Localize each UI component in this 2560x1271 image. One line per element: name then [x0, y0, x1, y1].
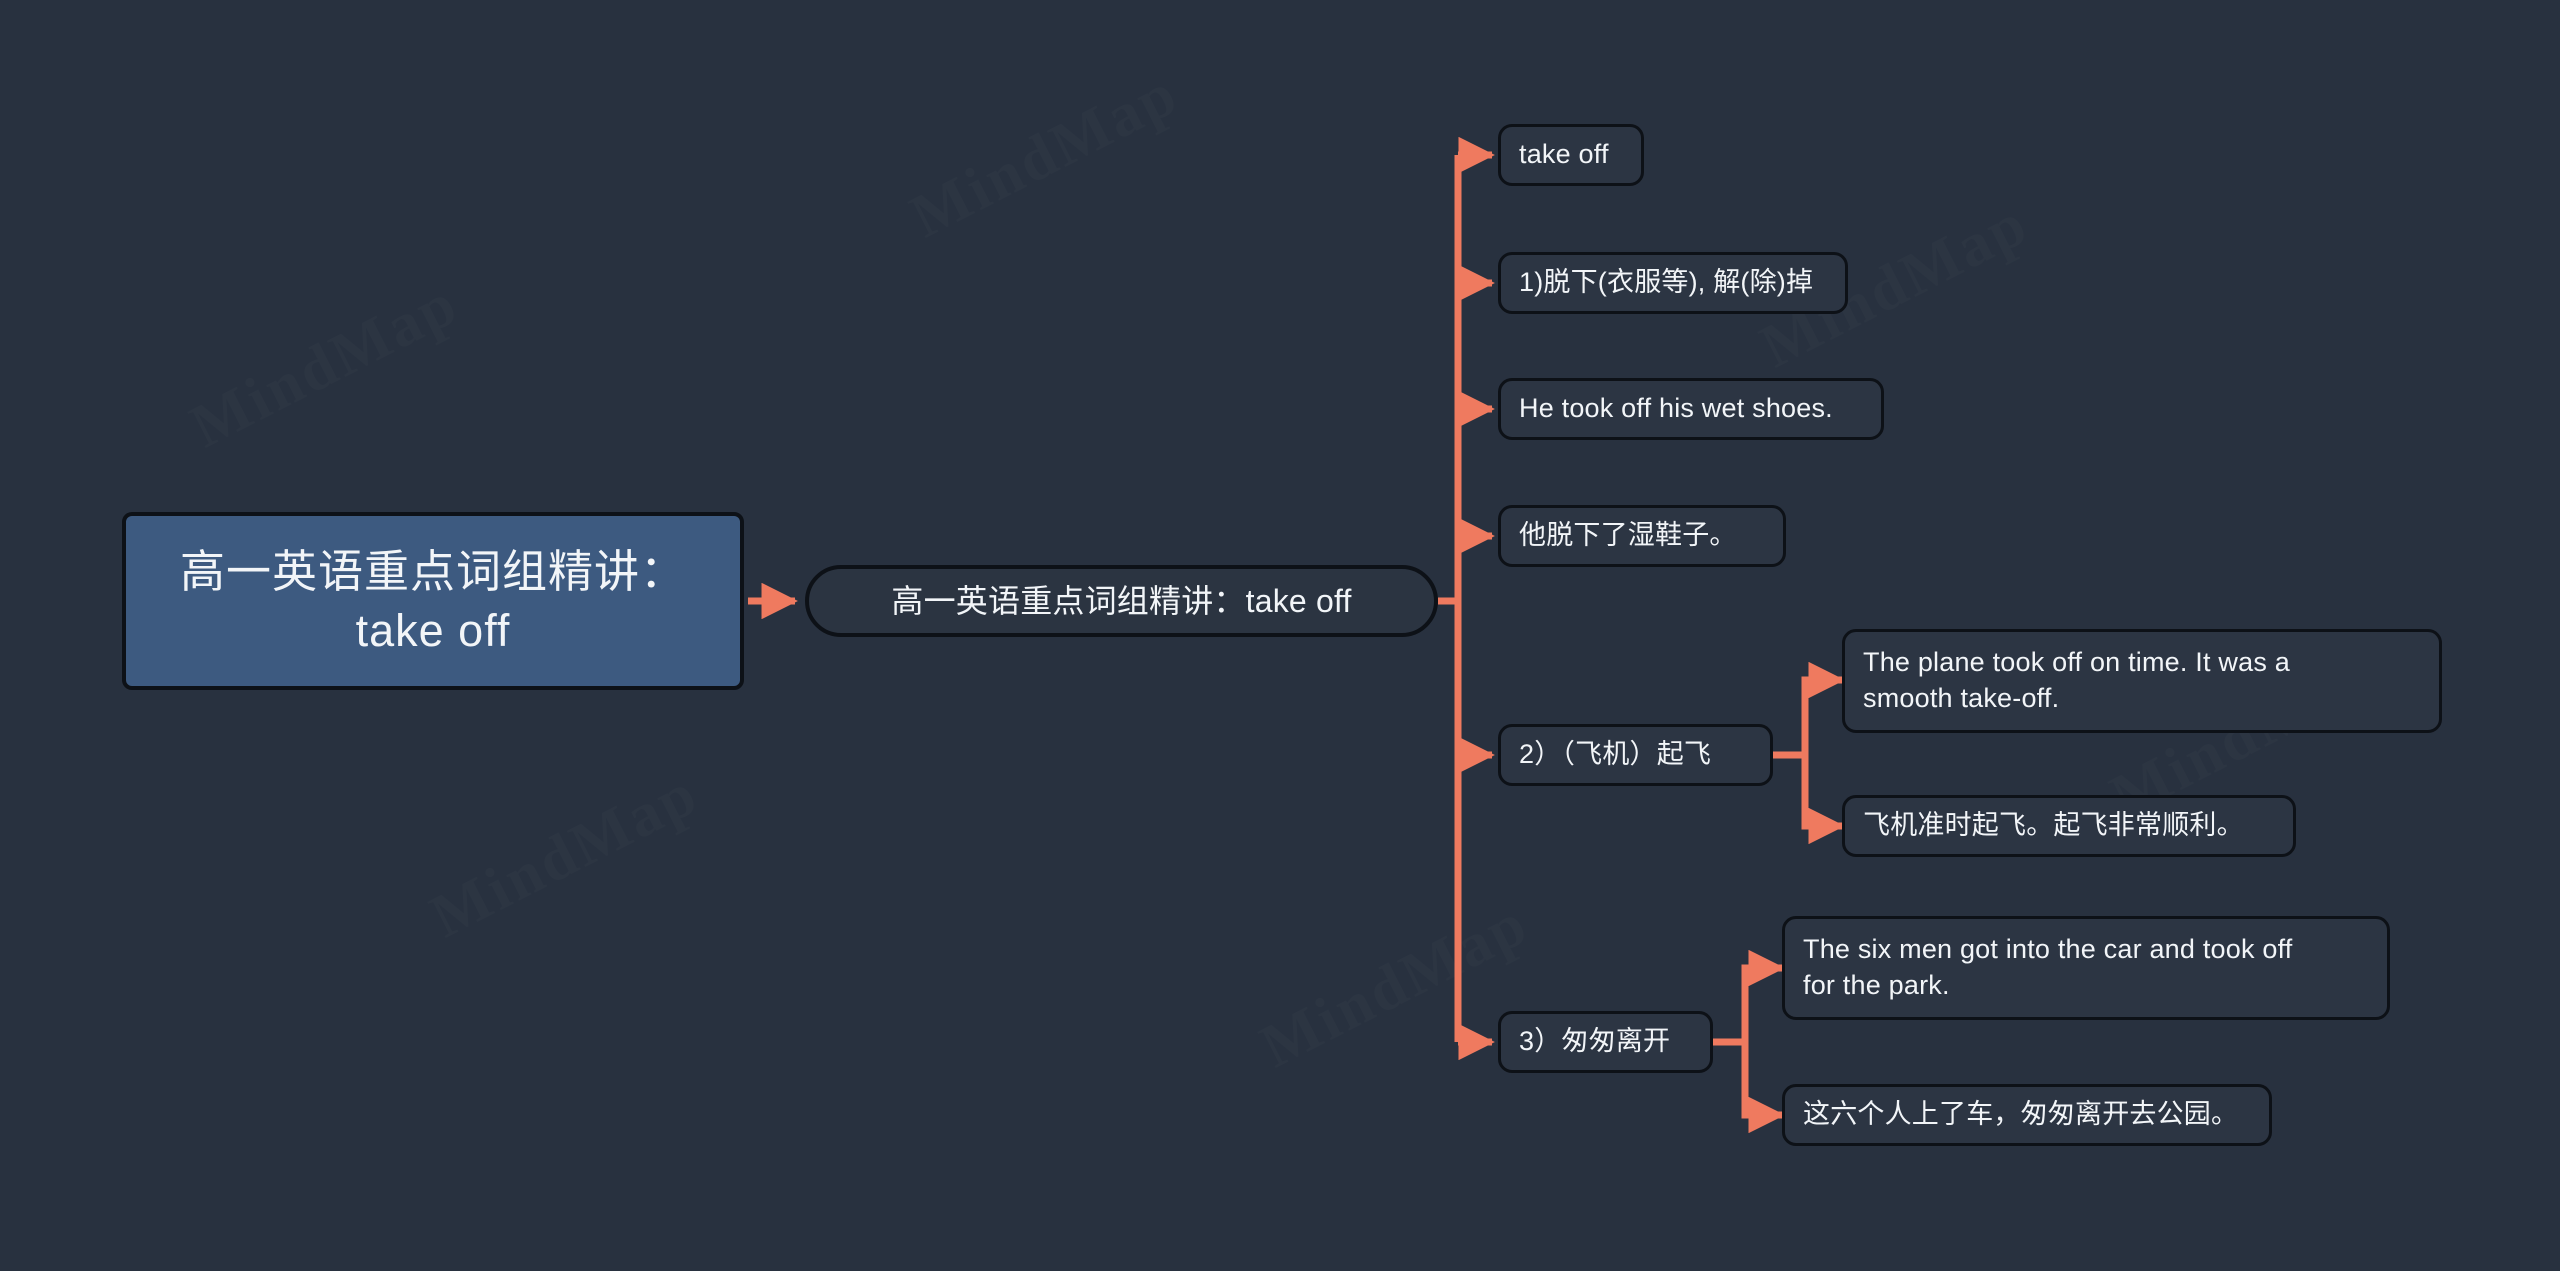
branch-node-sense-1-label: 1)脱下(衣服等), 解(除)掉 — [1519, 267, 1814, 298]
branch-node-sense-1-example-en[interactable]: He took off his wet shoes. — [1498, 378, 1884, 440]
edge-sense2-to-en — [1801, 661, 1845, 755]
topic-node[interactable]: 高一英语重点词组精讲：take off — [805, 565, 1438, 637]
root-node-label: 高一英语重点词组精讲： take off — [179, 545, 686, 656]
branch-node-sense-1-example-zh[interactable]: 他脱下了湿鞋子。 — [1498, 505, 1786, 567]
topic-node-label: 高一英语重点词组精讲：take off — [891, 582, 1352, 619]
watermark-text: MindMap — [900, 58, 1190, 253]
mindmap-canvas: MindMap MindMap MindMap MindMap MindMap … — [0, 0, 2560, 1271]
root-node[interactable]: 高一英语重点词组精讲： take off — [122, 512, 744, 690]
branch-node-sense-2-example-en-label: The plane took off on time. It was a smo… — [1863, 647, 2290, 713]
watermark-text: MindMap — [420, 758, 710, 953]
branch-node-sense-1-example-en-label: He took off his wet shoes. — [1519, 393, 1833, 424]
branch-node-sense-2-example-en[interactable]: The plane took off on time. It was a smo… — [1842, 629, 2442, 733]
watermark-text: MindMap — [180, 268, 470, 463]
branch-node-sense-2-example-zh[interactable]: 飞机准时起飞。起飞非常顺利。 — [1842, 795, 2296, 857]
edge-sense2-to-zh — [1801, 755, 1845, 845]
branch-node-sense-3-example-zh-label: 这六个人上了车，匆匆离开去公园。 — [1803, 1099, 2239, 1130]
branch-node-sense-3-label: 3）匆匆离开 — [1519, 1026, 1671, 1057]
branch-node-sense-1[interactable]: 1)脱下(衣服等), 解(除)掉 — [1498, 252, 1848, 314]
edge-sense3-to-en — [1741, 949, 1785, 1042]
branch-node-sense-3-example-en[interactable]: The six men got into the car and took of… — [1782, 916, 2390, 1020]
branch-node-sense-3[interactable]: 3）匆匆离开 — [1498, 1011, 1713, 1073]
branch-node-sense-1-example-zh-label: 他脱下了湿鞋子。 — [1519, 520, 1737, 551]
branch-node-phrase[interactable]: take off — [1498, 124, 1644, 186]
branch-node-sense-3-example-zh[interactable]: 这六个人上了车，匆匆离开去公园。 — [1782, 1084, 2272, 1146]
branch-node-sense-3-example-en-label: The six men got into the car and took of… — [1803, 934, 2293, 1000]
branch-node-sense-2-example-zh-label: 飞机准时起飞。起飞非常顺利。 — [1863, 810, 2244, 841]
branch-node-sense-2[interactable]: 2）（飞机）起飞 — [1498, 724, 1773, 786]
branch-node-phrase-label: take off — [1519, 139, 1609, 170]
edge-sense3-to-zh — [1741, 1042, 1785, 1134]
branch-node-sense-2-label: 2）（飞机）起飞 — [1519, 739, 1712, 770]
watermark-text: MindMap — [1250, 888, 1540, 1083]
